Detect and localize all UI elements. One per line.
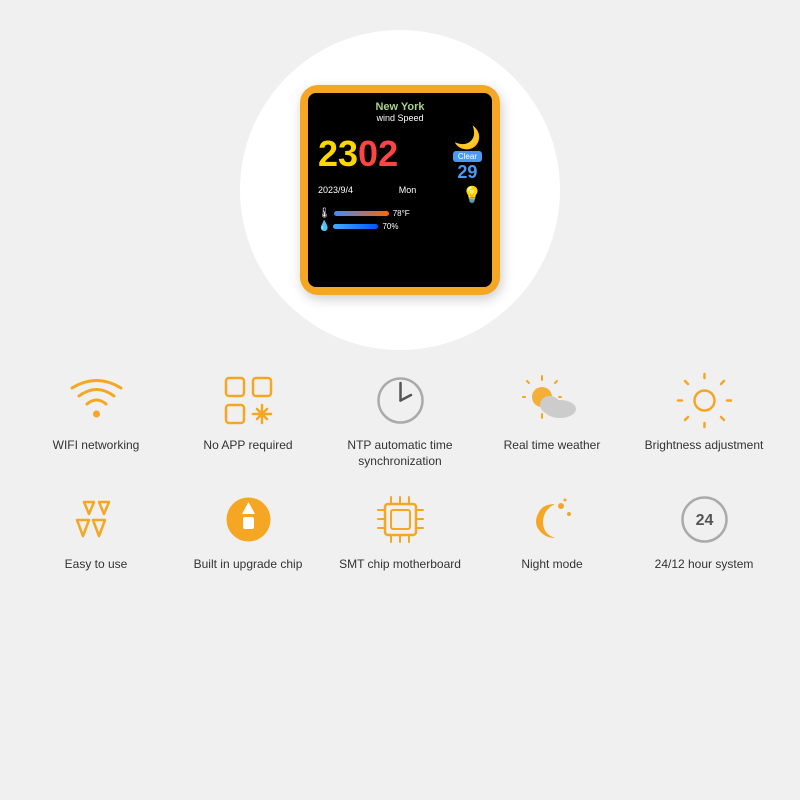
feature-clock: 24 24/12 hour system bbox=[639, 489, 769, 573]
feature-easy: Easy to use bbox=[31, 489, 161, 573]
thermometer-icon: 🌡 bbox=[318, 208, 331, 219]
screen-weather-temp: 29 bbox=[457, 162, 477, 183]
wifi-label: WIFI networking bbox=[53, 438, 140, 454]
wifi-icon bbox=[66, 370, 126, 430]
humidity-icon: 💧 bbox=[318, 221, 330, 232]
screen-weather: 🌙 Clear 29 bbox=[453, 125, 482, 183]
no-app-icon bbox=[218, 370, 278, 430]
screen-time-row: 2302 🌙 Clear 29 bbox=[318, 125, 482, 183]
ntp-icon bbox=[370, 370, 430, 430]
chip-label: Built in upgrade chip bbox=[194, 557, 303, 573]
feature-wifi: WIFI networking bbox=[31, 370, 161, 454]
smt-label: SMT chip motherboard bbox=[339, 557, 461, 573]
night-label: Night mode bbox=[521, 557, 582, 573]
chip-icon bbox=[218, 489, 278, 549]
clock-label: 24/12 hour system bbox=[655, 557, 754, 573]
screen-weather-label: Clear bbox=[453, 151, 482, 162]
screen-time: 2302 bbox=[318, 136, 398, 172]
feature-brightness: Brightness adjustment bbox=[639, 370, 769, 454]
device-screen: New York wind Speed 2302 🌙 Clear 29 bbox=[308, 93, 492, 287]
brightness-icon bbox=[674, 370, 734, 430]
device-mockup: New York wind Speed 2302 🌙 Clear 29 bbox=[300, 85, 500, 295]
feature-no-app: No APP required bbox=[183, 370, 313, 454]
features-row-1: WIFI networking No APP required bbox=[20, 370, 780, 469]
feature-smt: SMT chip motherboard bbox=[335, 489, 465, 573]
easy-icon bbox=[66, 489, 126, 549]
svg-text:24: 24 bbox=[695, 512, 713, 529]
screen-city: New York bbox=[318, 101, 482, 113]
screen-sensors: 🌡 78°F 💧 70% bbox=[318, 208, 482, 232]
night-icon bbox=[522, 489, 582, 549]
screen-wind: wind Speed bbox=[318, 113, 482, 123]
temp-bar bbox=[334, 211, 389, 216]
product-hero: New York wind Speed 2302 🌙 Clear 29 bbox=[0, 0, 800, 360]
humidity-bar bbox=[333, 224, 378, 229]
brightness-label: Brightness adjustment bbox=[645, 438, 764, 454]
weather-icon bbox=[522, 370, 582, 430]
weather-label: Real time weather bbox=[504, 438, 601, 454]
smt-icon bbox=[370, 489, 430, 549]
moon-icon: 🌙 bbox=[454, 125, 481, 151]
feature-chip: Built in upgrade chip bbox=[183, 489, 313, 573]
ntp-label: NTP automatic time synchronization bbox=[335, 438, 465, 469]
no-app-label: No APP required bbox=[203, 438, 292, 454]
circle-background: New York wind Speed 2302 🌙 Clear 29 bbox=[240, 30, 560, 350]
screen-date-row: 2023/9/4 Mon 💡 bbox=[318, 185, 482, 205]
feature-weather: Real time weather bbox=[487, 370, 617, 454]
bulb-icon: 💡 bbox=[462, 185, 482, 205]
clock-icon: 24 bbox=[674, 489, 734, 549]
feature-ntp: NTP automatic time synchronization bbox=[335, 370, 465, 469]
easy-label: Easy to use bbox=[65, 557, 128, 573]
feature-night: Night mode bbox=[487, 489, 617, 573]
features-row-2: Easy to use Built in upgrade chip bbox=[20, 489, 780, 573]
features-section: WIFI networking No APP required bbox=[0, 360, 800, 593]
